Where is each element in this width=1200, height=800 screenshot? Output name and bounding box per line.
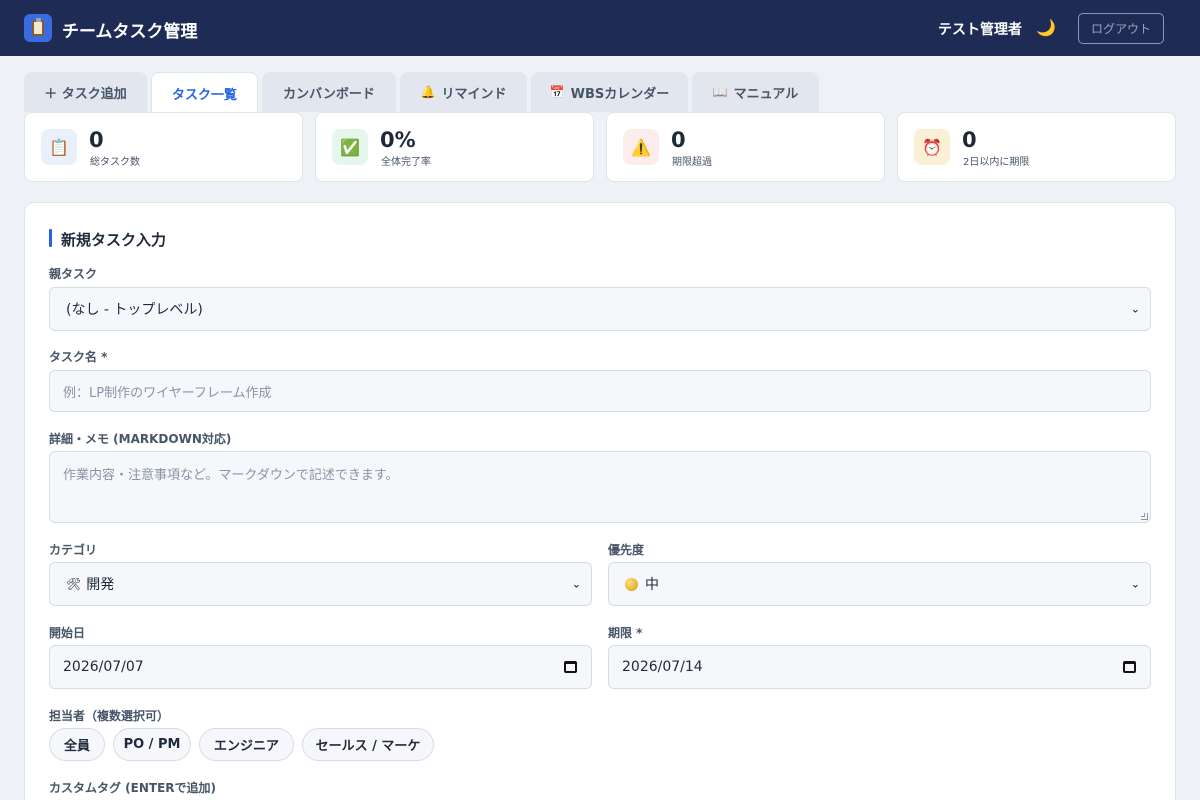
category-label: カテゴリ bbox=[49, 543, 98, 557]
chevron-down-icon: ⌄ bbox=[1130, 577, 1140, 591]
priority-value: 中 bbox=[645, 577, 659, 593]
assignee-chip-sales-marketing[interactable]: セールス / マーケ bbox=[302, 728, 434, 761]
stat-total-tasks: 📋 0 総タスク数 bbox=[24, 112, 303, 182]
category-value: 開発 bbox=[86, 577, 115, 593]
priority-select[interactable]: 中 ⌄ bbox=[608, 562, 1151, 606]
due-date-value: 2026/07/14 bbox=[622, 659, 703, 675]
medium-priority-dot-icon bbox=[625, 577, 638, 591]
assignee-chip-po-pm[interactable]: PO / PM bbox=[113, 728, 191, 761]
tab-label: WBSカレンダー bbox=[570, 86, 670, 102]
due-date-label: 期限 * bbox=[608, 626, 643, 640]
custom-tag-label: カスタムタグ (ENTERで追加) bbox=[49, 781, 217, 795]
tab-task-list[interactable]: タスク一覧 bbox=[151, 72, 258, 113]
start-date-value: 2026/07/07 bbox=[63, 659, 144, 675]
due-date-input[interactable]: 2026/07/14 bbox=[608, 645, 1151, 689]
tab-label: タスク一覧 bbox=[171, 87, 237, 103]
chevron-down-icon: ⌄ bbox=[571, 577, 581, 591]
section-accent-bar bbox=[49, 229, 52, 247]
stat-label: 全体完了率 bbox=[381, 157, 431, 168]
bell-icon: 🔔 bbox=[420, 85, 436, 99]
parent-task-value: (なし - トップレベル) bbox=[66, 302, 203, 318]
stat-label: 期限超過 bbox=[672, 157, 712, 168]
task-name-label: タスク名 * bbox=[49, 350, 108, 364]
chevron-down-icon: ⌄ bbox=[1130, 302, 1140, 316]
details-label: 詳細・メモ (MARKDOWN対応) bbox=[49, 432, 232, 446]
tab-label: マニュアル bbox=[733, 86, 799, 102]
task-name-placeholder: 例：LP制作のワイヤーフレーム作成 bbox=[63, 385, 272, 401]
calendar-icon[interactable] bbox=[1123, 661, 1136, 673]
parent-task-select[interactable]: (なし - トップレベル) ⌄ bbox=[49, 287, 1151, 331]
calendar-icon[interactable] bbox=[564, 661, 577, 673]
user-name: テスト管理者 bbox=[938, 22, 1022, 38]
tab-kanban[interactable]: カンバンボード bbox=[262, 72, 396, 112]
tab-label: リマインド bbox=[441, 86, 507, 102]
stat-value: 0 bbox=[962, 128, 977, 152]
details-textarea[interactable]: 作業内容・注意事項など。マークダウンで記述できます。 bbox=[49, 451, 1151, 523]
stat-due-soon: ⏰ 0 2日以内に期限 bbox=[897, 112, 1176, 182]
alarm-clock-icon: ⏰ bbox=[914, 129, 950, 165]
start-date-input[interactable]: 2026/07/07 bbox=[49, 645, 592, 689]
stat-value: 0 bbox=[671, 128, 686, 152]
task-name-input[interactable]: 例：LP制作のワイヤーフレーム作成 bbox=[49, 370, 1151, 412]
resize-handle-icon[interactable] bbox=[1141, 513, 1148, 520]
assignee-chip-engineer[interactable]: エンジニア bbox=[199, 728, 294, 761]
stat-label: 総タスク数 bbox=[90, 157, 140, 168]
clipboard-icon: 📋 bbox=[41, 129, 77, 165]
tab-remind[interactable]: 🔔 リマインド bbox=[400, 72, 527, 112]
clipboard-icon bbox=[24, 14, 52, 42]
stat-overdue: ⚠️ 0 期限超過 bbox=[606, 112, 885, 182]
tab-manual[interactable]: 📖 マニュアル bbox=[692, 72, 819, 112]
tab-label: カンバンボード bbox=[283, 86, 375, 102]
stat-value: 0 bbox=[89, 128, 104, 152]
start-date-label: 開始日 bbox=[49, 626, 86, 640]
assignee-chip-all[interactable]: 全員 bbox=[49, 728, 105, 761]
parent-task-label: 親タスク bbox=[49, 267, 98, 281]
stat-label: 2日以内に期限 bbox=[963, 157, 1030, 168]
tab-wbs-calendar[interactable]: 📅 WBSカレンダー bbox=[531, 72, 688, 112]
app-header: チームタスク管理 テスト管理者 🌙 ログアウト bbox=[0, 0, 1200, 56]
moon-icon[interactable]: 🌙 bbox=[1036, 18, 1056, 37]
stat-completion-rate: ✅ 0% 全体完了率 bbox=[315, 112, 594, 182]
logout-button[interactable]: ログアウト bbox=[1078, 13, 1164, 44]
check-icon: ✅ bbox=[332, 129, 368, 165]
stat-value: 0% bbox=[380, 128, 416, 152]
priority-label: 優先度 bbox=[608, 543, 645, 557]
tab-add-task[interactable]: ＋ タスク追加 bbox=[24, 72, 147, 112]
details-placeholder: 作業内容・注意事項など。マークダウンで記述できます。 bbox=[63, 468, 399, 483]
assignee-label: 担当者（複数選択可） bbox=[49, 709, 170, 723]
hammer-wrench-icon: 🛠 bbox=[66, 577, 82, 591]
warning-icon: ⚠️ bbox=[623, 129, 659, 165]
tab-label: ＋ タスク追加 bbox=[44, 86, 127, 102]
calendar-icon: 📅 bbox=[549, 85, 565, 99]
book-icon: 📖 bbox=[712, 85, 728, 99]
app-title: チームタスク管理 bbox=[62, 22, 198, 42]
form-title: 新規タスク入力 bbox=[61, 231, 167, 249]
category-select[interactable]: 🛠 開発 ⌄ bbox=[49, 562, 592, 606]
